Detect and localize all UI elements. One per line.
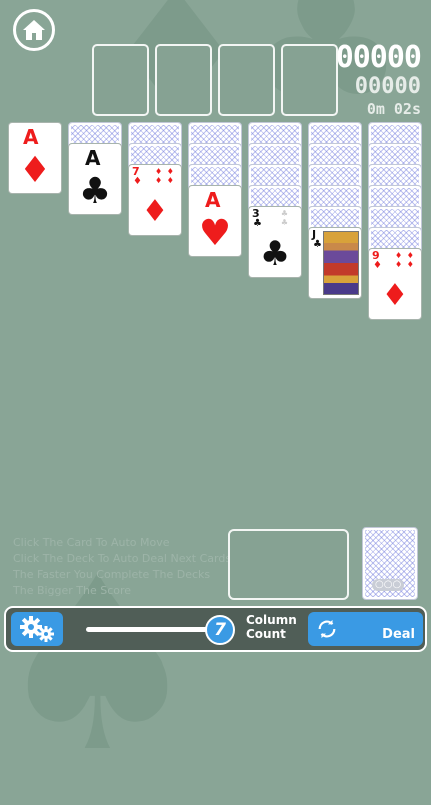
diamond-pips: ♦ ♦ ♦ ♦ (155, 167, 175, 185)
heart-suit-icon: ♥ (198, 213, 232, 254)
score-value: 00000 (335, 40, 422, 75)
diamond-suit-icon: ♦ (18, 150, 52, 191)
refresh-icon (318, 619, 336, 639)
club-suit-icon: ♣ (253, 218, 262, 229)
hint-text-2: Click The Deck To Auto Deal Next Cards (13, 552, 232, 565)
column-count-label-line2: Count (246, 627, 286, 641)
hint-text-1: Click The Card To Auto Move (13, 536, 170, 549)
settings-button[interactable] (11, 612, 63, 646)
moves-value: 00000 (354, 74, 421, 99)
card-rank: A (205, 188, 221, 212)
card-three-clubs[interactable]: 3 ♣ ♣ ♣ ♣ (248, 206, 302, 278)
hint-text-4: The Bigger The Score (13, 584, 132, 597)
diamond-suit-icon: ♦ (133, 176, 142, 187)
diamond-suit-icon: ♦ (373, 260, 382, 271)
column-count-label: Column Count (246, 613, 297, 641)
card-jack-clubs[interactable]: J ♣ (308, 227, 362, 299)
diamond-pips: ♦ ♦ ♦ ♦ (395, 251, 415, 269)
foundation-slot-1[interactable] (92, 44, 149, 116)
club-suit-icon: ♣ (313, 239, 322, 250)
column-count-slider-knob[interactable]: 7 (205, 615, 235, 645)
diamond-suit-icon: ♦ (381, 278, 409, 313)
card-ace-hearts[interactable]: A ♥ (188, 185, 242, 257)
stock-remaining-indicator: ○○○ (372, 579, 405, 591)
club-suit-icon: ♣ (259, 234, 291, 274)
club-suit-icon: ♣ (78, 171, 112, 212)
card-ace-clubs[interactable]: A ♣ (68, 143, 122, 215)
deal-button[interactable]: Deal (308, 612, 423, 646)
home-icon (23, 20, 45, 40)
jack-portrait-image (323, 231, 359, 295)
card-ace-diamonds[interactable]: A ♦ (8, 122, 62, 194)
foundation-slot-3[interactable] (218, 44, 275, 116)
foundation-slot-4[interactable] (281, 44, 338, 116)
card-seven-diamonds[interactable]: 7 ♦ ♦ ♦ ♦ ♦ ♦ (128, 164, 182, 236)
time-value: 0m 02s (366, 100, 421, 118)
waste-pile[interactable] (228, 529, 349, 600)
stock-deck[interactable]: ○○○ (362, 527, 418, 600)
deal-label: Deal (382, 627, 415, 642)
column-count-slider-track[interactable] (86, 627, 211, 632)
bottom-toolbar: 7 Column Count Deal (4, 606, 427, 652)
background-spade-shape: ♠ (0, 525, 206, 805)
card-rank: A (85, 146, 101, 170)
foundation-slot-2[interactable] (155, 44, 212, 116)
column-count-label-line1: Column (246, 613, 297, 627)
home-button[interactable] (13, 9, 55, 51)
club-pips: ♣ ♣ (280, 209, 290, 227)
card-rank: A (23, 125, 39, 149)
diamond-suit-icon: ♦ (141, 194, 169, 229)
card-nine-diamonds[interactable]: 9 ♦ ♦ ♦ ♦ ♦ ♦ (368, 248, 422, 320)
gears-icon (20, 616, 54, 642)
hint-text-3: The Faster You Complete The Decks (13, 568, 211, 581)
